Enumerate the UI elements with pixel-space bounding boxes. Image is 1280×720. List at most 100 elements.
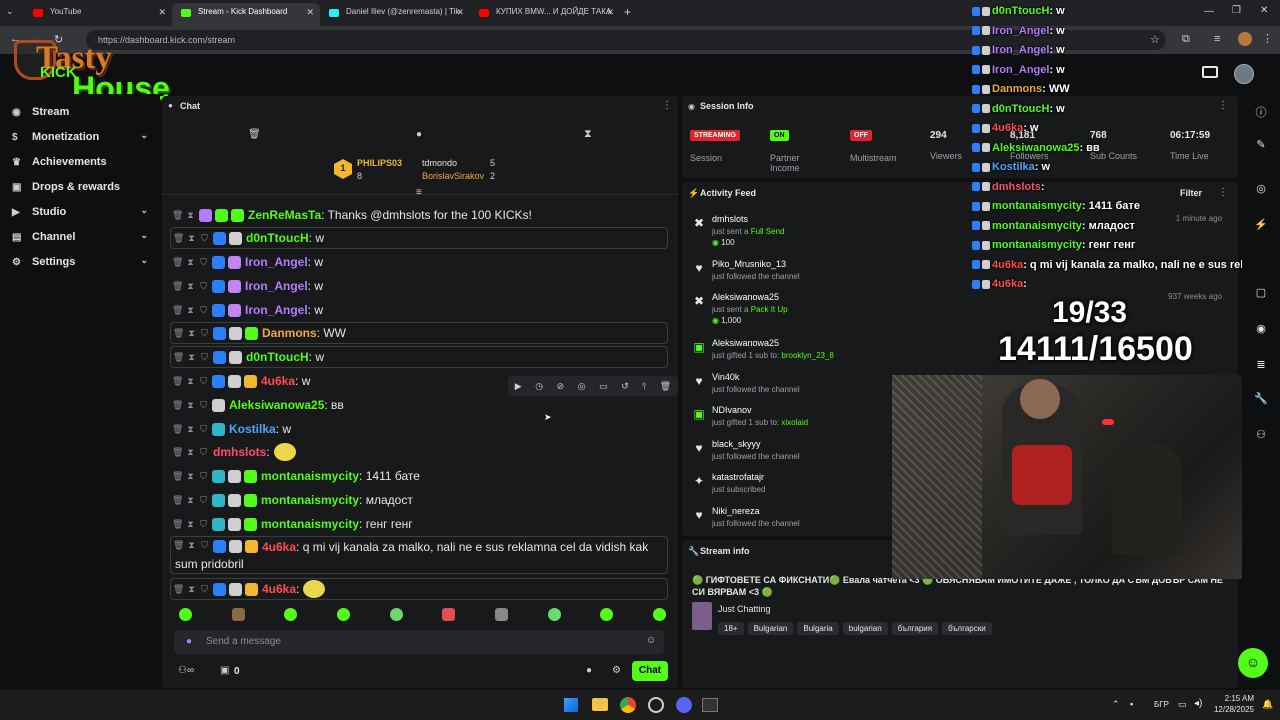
chat-message-row[interactable]: 🗑 ⧗ ZenReMasTa: Thanks @dmhslots for the 1… — [170, 204, 668, 226]
timeout-icon[interactable]: ⧗ — [185, 400, 196, 411]
users-icon[interactable]: ⚇ — [1252, 428, 1270, 446]
chat-username[interactable]: montanaismycity — [261, 469, 359, 483]
list-icon[interactable]: ≣ — [1252, 358, 1270, 376]
delete-message-icon[interactable]: 🗑 — [173, 540, 184, 551]
timeout-icon[interactable]: ⧗ — [186, 328, 197, 339]
window-close-button[interactable]: ✕ — [1260, 5, 1268, 16]
chat-message-row[interactable]: 🗑 ⧗ ⛉ d0nTtoucH: w — [170, 346, 668, 368]
extensions-icon[interactable]: ⧉ — [1182, 33, 1190, 46]
chrome-icon[interactable] — [620, 697, 636, 713]
timeout-icon[interactable]: ⧗ — [185, 495, 196, 506]
delete-message-icon[interactable]: 🗑 — [172, 376, 183, 387]
timeout-icon[interactable]: ⧗ — [186, 352, 197, 363]
delete-icon[interactable]: 🗑 — [660, 381, 671, 392]
chat-message-row[interactable]: 🗑 ⧗ ⛉ Iron_Angel: w — [170, 275, 668, 297]
delete-message-icon[interactable]: 🗑 — [173, 352, 184, 363]
emote-icon[interactable] — [231, 608, 245, 621]
timeout-icon[interactable]: ◷ — [535, 381, 543, 392]
send-chat-button[interactable]: Chat — [632, 661, 668, 681]
tab-kick-dashboard[interactable]: Stream - Kick Dashboard ✕ — [172, 3, 320, 26]
hide-icon[interactable]: ⊘ — [557, 381, 565, 392]
info-icon[interactable]: ⓘ — [1252, 104, 1270, 122]
activity-user[interactable]: katastrofatajr — [712, 472, 764, 482]
activity-user[interactable]: NDIvanov — [712, 405, 752, 415]
clock-time[interactable]: 2:15 AM — [1212, 694, 1254, 703]
activity-item[interactable]: ✖ Aleksiwanowa25 just sent a Pack It Up ◉ 1… — [692, 292, 1222, 325]
target-icon[interactable]: ◎ — [1252, 182, 1270, 200]
delete-message-icon[interactable]: 🗑 — [173, 233, 184, 244]
ban-icon[interactable]: ⛉ — [199, 540, 210, 551]
sidebar-item-settings[interactable]: ⚙ Settings ⌄ — [12, 252, 152, 272]
timeout-icon[interactable]: ⧗ — [185, 471, 196, 482]
chat-icon[interactable]: ▢ — [1252, 286, 1270, 304]
chat-message-row[interactable]: 🗑 ⧗ ⛉ Danmons: WW — [170, 322, 668, 344]
chat-username[interactable]: ZenReMasTa — [248, 208, 321, 222]
chat-username[interactable]: Iron_Angel — [245, 279, 308, 293]
delete-message-icon[interactable]: 🗑 — [172, 495, 183, 506]
timeout-icon[interactable]: ⧗ — [185, 210, 196, 221]
viewers-link-icon[interactable]: ⚇∞ — [178, 665, 194, 676]
emote-icon[interactable] — [284, 608, 298, 621]
ban-icon[interactable]: ⛉ — [198, 471, 209, 482]
sidebar-item-studio[interactable]: ▶ Studio ⌄ — [12, 202, 152, 222]
pinned-toggle-icon[interactable]: ≡ — [416, 187, 422, 198]
delete-message-icon[interactable]: 🗑 — [173, 584, 184, 595]
activity-user[interactable]: Piko_Mrusniko_13 — [712, 259, 786, 269]
sidebar-item-channel[interactable]: ▤ Channel ⌄ — [12, 227, 152, 247]
tab-youtube-video[interactable]: КУПИХ BMW... И ДОЙДЕ ТАКА ✕ — [470, 3, 620, 26]
user-avatar[interactable] — [1234, 64, 1254, 84]
delete-message-icon[interactable]: 🗑 — [172, 519, 183, 530]
close-icon[interactable]: ✕ — [456, 7, 464, 18]
timeout-icon[interactable]: ⧗ — [185, 281, 196, 292]
reply-icon[interactable]: ◎ — [578, 381, 586, 392]
slow-mode-icon[interactable]: ⧗ — [584, 128, 592, 141]
emote-icon[interactable] — [442, 608, 456, 621]
chat-message-row[interactable]: 🗑 ⧗ ⛉ montanaismycity: младост — [170, 489, 668, 511]
ban-icon[interactable]: ⛉ — [198, 281, 209, 292]
emote-icon[interactable] — [652, 608, 666, 621]
chat-username[interactable]: dmhslots — [213, 445, 266, 459]
chat-settings-icon[interactable]: ⚙ — [612, 665, 621, 676]
tab-tiktok[interactable]: Daniel Iliev (@zenremasta) | Tik ✕ — [320, 3, 470, 26]
chat-username[interactable]: Iron_Angel — [245, 303, 308, 317]
chat-menu-icon[interactable]: ⋮ — [662, 100, 672, 111]
activity-user[interactable]: Vin40k — [712, 372, 739, 382]
close-icon[interactable]: ✕ — [158, 7, 166, 18]
windows-start-icon[interactable] — [564, 698, 578, 712]
ban-icon[interactable]: ⛉ — [198, 376, 209, 387]
delete-message-icon[interactable]: 🗑 — [172, 305, 183, 316]
activity-user[interactable]: dmhslots — [712, 214, 748, 224]
tray-expand-icon[interactable]: ⌃ — [1112, 699, 1120, 710]
chat-username[interactable]: Danmons — [262, 326, 317, 340]
wrench-icon[interactable]: 🔧 — [1252, 392, 1270, 410]
file-explorer-icon[interactable] — [592, 698, 608, 711]
delete-message-icon[interactable]: 🗑 — [172, 471, 183, 482]
chat-username[interactable]: d0nTtoucH — [246, 350, 309, 364]
ban-icon[interactable]: ⛉ — [198, 424, 209, 435]
edit-icon[interactable]: ✎ — [1252, 138, 1270, 156]
ban-icon[interactable]: ⛉ — [198, 447, 209, 458]
trash-icon[interactable]: 🗑 — [248, 129, 261, 140]
delete-message-icon[interactable]: 🗑 — [172, 424, 183, 435]
tray-app-icon[interactable]: ▪ — [1130, 699, 1133, 709]
ban-icon[interactable]: ⛉ — [198, 257, 209, 268]
timeout-icon[interactable]: ⧗ — [186, 233, 197, 244]
chat-message-row[interactable]: 🗑 ⧗ ⛉ Kostilka: w — [170, 418, 668, 440]
close-icon[interactable]: ✕ — [306, 7, 314, 18]
sidebar-item-stream[interactable]: ◉ Stream — [12, 102, 152, 122]
chat-message-row[interactable]: 🗑 ⧗ ⛉ 4u6ka: — [170, 578, 668, 600]
emote-icon[interactable] — [336, 608, 350, 621]
ban-icon[interactable]: ⛉ — [198, 400, 209, 411]
timeout-icon[interactable]: ⧗ — [185, 424, 196, 435]
chat-username[interactable]: montanaismycity — [261, 517, 359, 531]
ban-icon[interactable]: ⛉ — [198, 495, 209, 506]
new-tab-button[interactable]: + — [624, 5, 631, 19]
microphone-icon[interactable]: ● — [186, 636, 192, 647]
chat-input[interactable]: ● Send a message ☺ — [174, 630, 664, 654]
sidebar-item-drops-rewards[interactable]: ▣ Drops & rewards — [12, 177, 152, 197]
chat-message-row[interactable]: 🗑 ⧗ ⛉ montanaismycity: 1411 бате — [170, 465, 668, 487]
activity-user[interactable]: Niki_nereza — [712, 506, 760, 516]
chat-username[interactable]: 4u6ka — [261, 374, 295, 388]
help-chat-button[interactable]: ☺ — [1238, 648, 1268, 678]
activity-user[interactable]: black_skyyy — [712, 439, 761, 449]
